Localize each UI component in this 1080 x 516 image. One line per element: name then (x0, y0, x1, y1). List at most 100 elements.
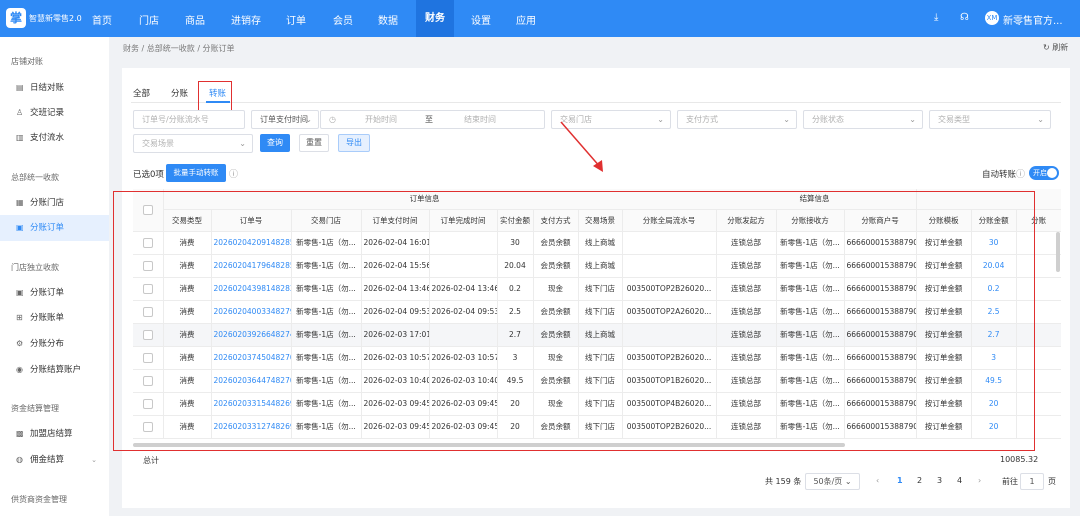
chevron-down-icon: ⌄ (783, 115, 790, 124)
total-label: 总计 (143, 456, 159, 465)
nav-finance[interactable]: 财务 (416, 0, 454, 37)
order-no-input[interactable]: 订单号/分账流水号 (133, 110, 245, 129)
sidebar-group-title: 供货商资金管理 (11, 495, 67, 504)
chevron-down-icon: ⌄ (239, 139, 246, 148)
sidebar-item-franchise-settle[interactable]: ▩ 加盟店结算 (0, 421, 109, 447)
time-type-value: 订单支付时间 (260, 115, 308, 124)
nav-home[interactable]: 首页 (92, 12, 112, 27)
sidebar-group-title: 总部统一收款 (11, 173, 59, 182)
status-select[interactable]: 分账状态 ⌄ (803, 110, 923, 129)
sidebar-item-store-split-orders[interactable]: ▣ 分账订单 (0, 280, 109, 306)
sidebar-item-label: 交班记录 (30, 108, 65, 118)
sidebar-group-title: 门店独立收款 (11, 263, 59, 272)
order-icon: ▣ (16, 223, 24, 232)
scene-select[interactable]: 交易场景 ⌄ (133, 134, 253, 153)
chevron-down-icon: ⌄ (1037, 115, 1044, 124)
help-icon[interactable]: ⓘ (229, 167, 238, 180)
headset-icon[interactable]: ☊ (960, 12, 969, 23)
page-size-value: 50条/页 (813, 477, 843, 486)
page-1[interactable]: 1 (897, 476, 903, 485)
sidebar-item-split-bills[interactable]: ⊞ 分账账单 (0, 305, 109, 331)
start-time: 开始时间 (365, 115, 397, 124)
sidebar-item-label: 分账分布 (30, 339, 65, 349)
date-range-separator: 至 (425, 115, 433, 124)
sidebar-item-label: 分账结算账户 (30, 365, 82, 375)
toggle-knob (1047, 168, 1057, 178)
order-icon: ▣ (16, 288, 24, 297)
sidebar-item-commission-settle[interactable]: ◍ 佣金结算 ⌄ (0, 447, 109, 473)
auto-transfer-toggle[interactable]: 开启 (1029, 166, 1059, 180)
sidebar-item-settlement-account[interactable]: ◉ 分账结算账户 (0, 357, 109, 383)
avatar[interactable]: XM (985, 11, 999, 25)
horizontal-scrollbar[interactable] (133, 443, 845, 447)
pay-method-placeholder: 支付方式 (686, 115, 718, 124)
chevron-down-icon: ⌄ (305, 115, 312, 124)
sidebar-item-label: 分账订单 (30, 223, 65, 233)
highlight-box-table (113, 191, 1035, 451)
goto-page-input[interactable]: 1 (1020, 473, 1044, 490)
selected-count: 已选0项 (133, 170, 164, 180)
nav-settings[interactable]: 设置 (471, 12, 491, 27)
nav-data[interactable]: 数据 (378, 12, 398, 27)
sidebar: 店铺对账 ▤ 日结对账 ♙ 交班记录 ▥ 支付流水 总部统一收款 ▦ 分账门店 ▣ 分账订… (0, 37, 109, 516)
tab-split[interactable]: 分账 (171, 87, 188, 99)
nav-goods[interactable]: 商品 (185, 12, 205, 27)
breadcrumb: 财务 / 总部统一收款 / 分账订单 (123, 44, 235, 53)
sidebar-item-label: 分账订单 (30, 288, 65, 298)
sidebar-group-title: 资金结算管理 (11, 404, 59, 413)
sidebar-item-label: 支付流水 (30, 133, 65, 143)
sidebar-item-split-stores[interactable]: ▦ 分账门店 (0, 190, 109, 216)
sidebar-item-split-orders[interactable]: ▣ 分账订单 (0, 215, 109, 241)
sidebar-item-shift-records[interactable]: ♙ 交班记录 (0, 100, 109, 126)
trade-type-placeholder: 交易类型 (938, 115, 970, 124)
sidebar-item-payment-flow[interactable]: ▥ 支付流水 (0, 125, 109, 151)
distribution-icon: ⚙ (16, 339, 24, 348)
page-2[interactable]: 2 (917, 476, 922, 485)
batch-transfer-button[interactable]: 批量手动转账 (166, 164, 226, 182)
top-nav: 掌 智慧新零售2.0 首页 门店 商品 进销存 订单 会员 数据 财务 设置 应… (0, 0, 1080, 37)
time-type-select[interactable]: 订单支付时间 ⌄ (251, 110, 319, 129)
sidebar-item-daily-reconcile[interactable]: ▤ 日结对账 (0, 75, 109, 101)
page-size-select[interactable]: 50条/页 ⌄ (805, 473, 860, 490)
sidebar-item-label: 佣金结算 (30, 455, 65, 465)
export-button[interactable]: 导出 (338, 134, 370, 152)
help-icon[interactable]: ⓘ (1016, 167, 1025, 180)
page-4[interactable]: 4 (957, 476, 962, 485)
nav-member[interactable]: 会员 (333, 12, 353, 27)
commission-icon: ◍ (16, 455, 23, 464)
page-unit-label: 页 (1048, 477, 1056, 486)
nav-store[interactable]: 门店 (139, 12, 159, 27)
toggle-label: 开启 (1033, 169, 1047, 177)
query-button[interactable]: 查询 (260, 134, 290, 152)
nav-apps[interactable]: 应用 (516, 12, 536, 27)
clock-icon: ◷ (329, 115, 336, 124)
download-icon[interactable]: ⤓ (934, 12, 938, 23)
refresh-label: 刷新 (1052, 43, 1069, 52)
page-3[interactable]: 3 (937, 476, 942, 485)
highlight-box-tab (198, 81, 232, 113)
refresh-button[interactable]: ↻ 刷新 (1043, 42, 1068, 53)
next-page-button[interactable]: › (978, 476, 981, 485)
brand-name: 智慧新零售2.0 (29, 14, 82, 23)
vertical-scrollbar[interactable] (1056, 232, 1060, 272)
trade-type-select[interactable]: 交易类型 ⌄ (929, 110, 1051, 129)
nav-orders[interactable]: 订单 (286, 12, 306, 27)
tab-all[interactable]: 全部 (133, 87, 150, 99)
brand-logo[interactable]: 掌 (6, 8, 26, 28)
prev-page-button[interactable]: ‹ (876, 476, 879, 485)
end-time: 结束时间 (464, 115, 496, 124)
chevron-down-icon: ⌄ (909, 115, 916, 124)
auto-transfer-label: 自动转账 (982, 170, 1017, 180)
refresh-icon: ↻ (1043, 43, 1050, 52)
sidebar-item-label: 分账账单 (30, 313, 65, 323)
status-placeholder: 分账状态 (812, 115, 844, 124)
sidebar-group-title: 店铺对账 (11, 57, 43, 66)
nav-inventory[interactable]: 进销存 (231, 12, 261, 27)
store-icon: ▦ (16, 198, 24, 207)
user-name[interactable]: 新零售官方... (1003, 12, 1063, 27)
pay-method-select[interactable]: 支付方式 ⌄ (677, 110, 797, 129)
date-range-picker[interactable]: ◷ 开始时间 至 结束时间 (320, 110, 545, 129)
sidebar-item-split-distribution[interactable]: ⚙ 分账分布 (0, 331, 109, 357)
bill-icon: ⊞ (16, 313, 23, 322)
reset-button[interactable]: 重置 (299, 134, 329, 152)
